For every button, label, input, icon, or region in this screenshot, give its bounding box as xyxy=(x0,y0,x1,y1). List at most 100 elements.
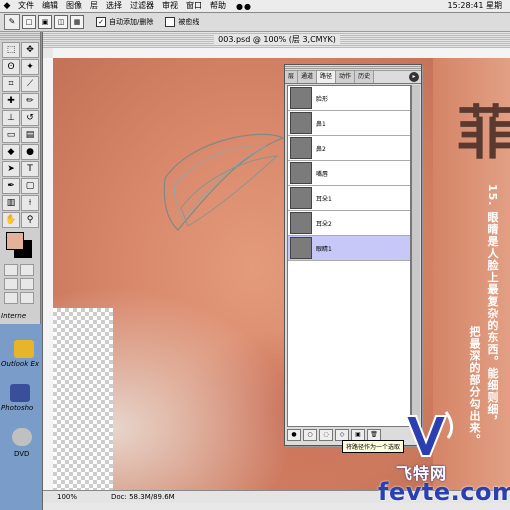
path-row[interactable]: 鼻1 xyxy=(288,111,410,136)
tab-paths[interactable]: 路径 xyxy=(317,71,337,83)
option-btn-1[interactable]: □ xyxy=(22,15,36,29)
path-row-selected[interactable]: 眼睛1 xyxy=(288,236,410,261)
fullscreen-menu-icon[interactable] xyxy=(20,292,34,304)
tab-layers[interactable]: 层 xyxy=(285,71,299,83)
path-row[interactable]: 鼻2 xyxy=(288,136,410,161)
notes-tool-icon[interactable]: ▥ xyxy=(2,195,20,211)
menu-edit[interactable]: 编辑 xyxy=(38,0,62,12)
doc-size[interactable]: Doc: 58.3M/89.6M xyxy=(97,493,175,501)
eraser-tool-icon[interactable]: ▭ xyxy=(2,127,20,143)
menu-view[interactable]: 审视 xyxy=(158,0,182,12)
tooltip: 将路径作为一个选取 xyxy=(342,440,405,453)
eyedropper-tool-icon[interactable]: ⟊ xyxy=(21,195,39,211)
desktop-label-internet[interactable]: Interne xyxy=(1,312,26,320)
eyes-icon: ●● xyxy=(236,1,252,11)
path-row[interactable]: 脸形 xyxy=(288,86,410,111)
checkbox-label: 自动添加/删除 xyxy=(109,18,154,26)
paths-scrollbar[interactable] xyxy=(411,85,420,425)
menu-bar: ◆ 文件 编辑 图像 层 选择 过滤器 审视 窗口 帮助 ●● 15:28:41… xyxy=(0,0,510,13)
move-tool-icon[interactable]: ✥ xyxy=(21,42,39,58)
pen-tool-icon[interactable]: ✎ xyxy=(4,14,20,30)
menu-help[interactable]: 帮助 xyxy=(206,0,230,12)
healing-tool-icon[interactable]: ✚ xyxy=(2,93,20,109)
menu-select[interactable]: 选择 xyxy=(102,0,126,12)
document-title: 003.psd @ 100% (层 3,CMYK) xyxy=(214,35,340,44)
jump-to-imageready-icon[interactable] xyxy=(4,292,18,304)
path-name: 耳朵1 xyxy=(316,195,332,203)
path-select-tool-icon[interactable]: ➤ xyxy=(2,161,20,177)
path-thumbnail xyxy=(290,112,312,134)
tab-channels[interactable]: 通道 xyxy=(298,71,318,83)
shape-tool-icon[interactable]: ▢ xyxy=(21,178,39,194)
path-row[interactable]: 耳朵1 xyxy=(288,186,410,211)
path-row[interactable]: 耳朵2 xyxy=(288,211,410,236)
paths-list: 脸形 鼻1 鼻2 嘴唇 耳朵1 耳朵2 眼睛1 xyxy=(287,85,411,427)
crop-tool-icon[interactable]: ⌗ xyxy=(2,76,20,92)
desktop-label-dvd[interactable]: DVD xyxy=(14,450,29,458)
desktop-label-outlook[interactable]: Outlook Ex xyxy=(1,360,39,368)
zoom-level[interactable]: 100% xyxy=(43,493,97,501)
slice-tool-icon[interactable]: ⟋ xyxy=(21,76,39,92)
option-btn-4[interactable]: ▦ xyxy=(70,15,84,29)
document-titlebar[interactable]: 003.psd @ 100% (层 3,CMYK) xyxy=(43,32,510,48)
path-name: 耳朵2 xyxy=(316,220,332,228)
menu-filter[interactable]: 过滤器 xyxy=(126,0,158,12)
path-name: 眼睛1 xyxy=(316,245,332,253)
history-brush-icon[interactable]: ↺ xyxy=(21,110,39,126)
standard-mode-icon[interactable] xyxy=(4,264,18,276)
brush-tool-icon[interactable]: ✏ xyxy=(21,93,39,109)
toolbox-titlebar[interactable] xyxy=(0,32,40,40)
auto-add-delete-checkbox[interactable]: ✓ 自动添加/删除 xyxy=(96,17,153,27)
path-name: 鼻2 xyxy=(316,145,326,153)
option-btn-2[interactable]: ▣ xyxy=(38,15,52,29)
tab-actions[interactable]: 动作 xyxy=(336,71,356,83)
tab-history[interactable]: 历史 xyxy=(355,71,375,83)
paths-panel: 层 通道 路径 动作 历史 ▸ 脸形 鼻1 鼻2 嘴唇 耳朵1 耳朵2 眼睛1 … xyxy=(284,64,422,446)
photoshop-icon[interactable] xyxy=(10,384,30,402)
magic-wand-tool-icon[interactable]: ✦ xyxy=(21,59,39,75)
path-thumbnail xyxy=(290,187,312,209)
stamp-tool-icon[interactable]: ⊥ xyxy=(2,110,20,126)
path-thumbnail xyxy=(290,87,312,109)
checkbox-label: 被愈线 xyxy=(178,18,200,26)
options-bar: ✎ □ ▣ ◫ ▦ ✓ 自动添加/删除 被愈线 xyxy=(0,13,510,32)
zoom-tool-icon[interactable]: ⚲ xyxy=(21,212,39,228)
menu-window[interactable]: 窗口 xyxy=(182,0,206,12)
fill-path-icon[interactable]: ● xyxy=(287,429,301,441)
desktop-label-photoshop[interactable]: Photosho xyxy=(1,404,33,412)
fullscreen-mode-icon[interactable] xyxy=(20,278,34,290)
menubar-clock: 15:28:41 星期 xyxy=(447,1,502,10)
panel-menu-arrow-icon[interactable]: ▸ xyxy=(409,72,419,82)
load-path-as-selection-icon[interactable]: ◌ xyxy=(319,429,333,441)
option-btn-3[interactable]: ◫ xyxy=(54,15,68,29)
path-row[interactable]: 嘴唇 xyxy=(288,161,410,186)
stroke-path-icon[interactable]: ○ xyxy=(303,429,317,441)
outlook-express-icon[interactable] xyxy=(14,340,34,358)
path-thumbnail xyxy=(290,162,312,184)
menu-layer[interactable]: 层 xyxy=(86,0,102,12)
foreground-color-swatch[interactable] xyxy=(6,232,24,250)
dodge-tool-icon[interactable]: ● xyxy=(21,144,39,160)
rubber-band-checkbox[interactable]: 被愈线 xyxy=(165,17,199,27)
quick-mask-icon[interactable] xyxy=(20,264,34,276)
type-tool-icon[interactable]: T xyxy=(21,161,39,177)
path-name: 嘴唇 xyxy=(316,170,329,178)
watermark-en: fevte.com xyxy=(378,478,510,506)
hand-tool-icon[interactable]: ✋ xyxy=(2,212,20,228)
path-thumbnail xyxy=(290,237,312,259)
gradient-tool-icon[interactable]: ▤ xyxy=(21,127,39,143)
path-thumbnail xyxy=(290,212,312,234)
path-thumbnail xyxy=(290,137,312,159)
dvd-icon[interactable] xyxy=(12,428,32,446)
panel-tabs: 层 通道 路径 动作 历史 ▸ xyxy=(285,71,421,84)
checkbox-box: ✓ xyxy=(96,17,106,27)
blur-tool-icon[interactable]: ◆ xyxy=(2,144,20,160)
menu-image[interactable]: 图像 xyxy=(62,0,86,12)
marquee-tool-icon[interactable]: ⬚ xyxy=(2,42,20,58)
apple-icon[interactable]: ◆ xyxy=(0,1,14,11)
screen-mode-icon[interactable] xyxy=(4,278,18,290)
menu-file[interactable]: 文件 xyxy=(14,0,38,12)
lasso-tool-icon[interactable]: ʘ xyxy=(2,59,20,75)
pen-tool-icon[interactable]: ✒ xyxy=(2,178,20,194)
checkbox-box xyxy=(165,17,176,27)
